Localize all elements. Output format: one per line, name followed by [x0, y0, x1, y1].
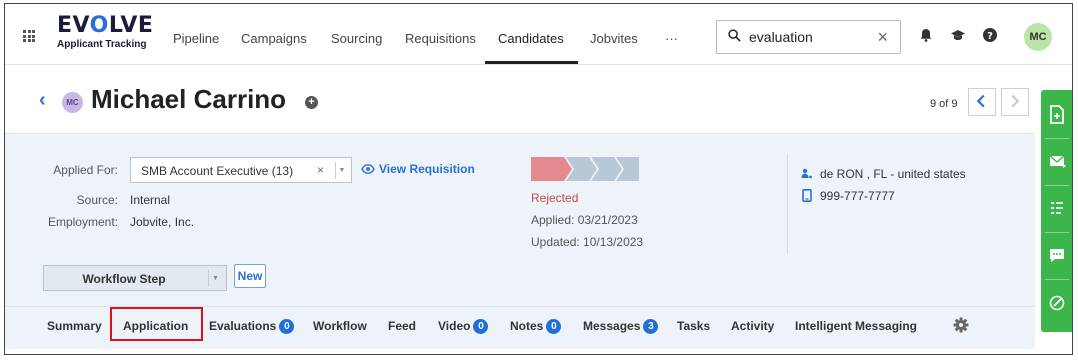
chat-icon [1050, 249, 1064, 262]
tab-activity[interactable]: Activity [731, 319, 774, 333]
pipeline-stage-1 [531, 157, 572, 181]
candidate-phone: 999-777-7777 [820, 189, 895, 203]
nav-requisitions[interactable]: Requisitions [405, 31, 476, 46]
chevron-left-icon [976, 94, 985, 108]
tab-intelligent-messaging[interactable]: Intelligent Messaging [795, 319, 917, 333]
compose-icon [1049, 295, 1065, 311]
tab-evaluations[interactable]: Evaluations 0 [209, 319, 295, 335]
send-email-button[interactable] [1041, 143, 1072, 181]
email-icon [1049, 155, 1066, 168]
nav-more-icon[interactable]: ··· [665, 31, 678, 46]
toolbar-separator [1045, 279, 1069, 280]
location-person-icon [801, 168, 812, 179]
gear-icon[interactable] [953, 317, 969, 333]
tab-video[interactable]: Video 0 [438, 319, 489, 335]
apps-grid-icon[interactable] [23, 30, 35, 42]
toolbar-separator [1045, 138, 1069, 139]
candidate-tabs: Summary Application Evaluations 0 Workflo… [5, 306, 1035, 349]
toolbar-separator [1045, 185, 1069, 186]
nav-candidates[interactable]: Candidates [498, 31, 564, 46]
workflow-step-label: Workflow Step [82, 272, 166, 286]
applied-for-value: SMB Account Executive (13) [141, 164, 294, 178]
app-frame: EVOLVE Applicant Tracking Pipeline Campa… [4, 3, 1073, 355]
source-value: Internal [130, 193, 171, 207]
back-chevron-icon[interactable]: ‹ [39, 89, 46, 112]
source-label: Source: [76, 193, 118, 207]
view-requisition-label: View Requisition [379, 162, 475, 176]
chevron-right-icon [1011, 94, 1020, 108]
side-action-toolbar [1041, 90, 1072, 332]
chat-message-button[interactable] [1041, 237, 1072, 275]
candidate-avatar: MC [62, 92, 83, 113]
candidate-location: de RON , FL - united states [820, 167, 966, 181]
previous-candidate-button[interactable] [968, 88, 996, 116]
search-icon [728, 29, 741, 42]
list-icon [1051, 202, 1063, 214]
video-count-badge: 0 [473, 319, 489, 335]
tab-application-highlight [110, 307, 203, 341]
divider [787, 154, 788, 254]
nav-jobvites[interactable]: Jobvites [590, 31, 638, 46]
evaluations-count-badge: 0 [279, 319, 295, 335]
next-candidate-button[interactable] [1001, 88, 1029, 116]
add-document-button[interactable] [1041, 96, 1072, 134]
top-navigation: EVOLVE Applicant Tracking Pipeline Campa… [5, 4, 1072, 65]
graduation-cap-icon[interactable] [950, 27, 966, 43]
tab-feed[interactable]: Feed [388, 319, 416, 333]
logo-wordmark: EVOLVE [57, 13, 154, 38]
nav-active-indicator [485, 61, 578, 64]
edit-note-button[interactable] [1041, 284, 1072, 322]
user-avatar[interactable]: MC [1024, 23, 1052, 51]
tab-notes[interactable]: Notes 0 [510, 319, 562, 335]
workflow-step-select[interactable]: Workflow Step ▼ [43, 265, 227, 291]
applied-for-label: Applied For: [53, 163, 118, 177]
pager-count: 9 of 9 [930, 98, 958, 110]
nav-sourcing[interactable]: Sourcing [331, 31, 382, 46]
toolbar-separator [1045, 232, 1069, 233]
employment-label: Employment: [47, 215, 118, 229]
applied-for-select[interactable]: SMB Account Executive (13) × ▼ [130, 157, 352, 183]
new-workflow-button[interactable]: New [234, 264, 266, 288]
dropdown-arrow-icon: ▼ [208, 270, 222, 287]
add-circle-icon[interactable]: + [305, 96, 318, 109]
tab-workflow[interactable]: Workflow [313, 319, 367, 333]
notes-count-badge: 0 [546, 319, 562, 335]
logo-subtitle: Applicant Tracking [57, 39, 147, 50]
messages-count-badge: 3 [643, 319, 659, 335]
search-box[interactable]: × [716, 20, 901, 54]
tab-tasks[interactable]: Tasks [677, 319, 710, 333]
candidate-info-panel: Applied For: SMB Account Executive (13) … [5, 134, 1035, 349]
bell-icon[interactable] [918, 27, 934, 43]
tab-messages[interactable]: Messages 3 [583, 319, 659, 335]
checklist-button[interactable] [1041, 190, 1072, 228]
applied-date: Applied: 03/21/2023 [531, 213, 638, 227]
view-requisition-link[interactable]: View Requisition [361, 162, 475, 176]
eye-icon [361, 164, 375, 174]
employment-value: Jobvite, Inc. [130, 215, 195, 229]
pipeline-progress [531, 157, 639, 181]
candidate-name: Michael Carrino [91, 84, 287, 114]
mobile-phone-icon [802, 189, 812, 202]
nav-pipeline[interactable]: Pipeline [173, 31, 219, 46]
nav-campaigns[interactable]: Campaigns [241, 31, 307, 46]
svg-text:?: ? [987, 31, 993, 42]
tab-summary[interactable]: Summary [47, 319, 102, 333]
add-document-icon [1050, 105, 1064, 124]
logo[interactable]: EVOLVE Applicant Tracking [57, 13, 154, 51]
dropdown-arrow-icon[interactable]: ▼ [335, 162, 348, 179]
clear-search-icon[interactable]: × [877, 27, 888, 48]
help-icon[interactable]: ? [982, 27, 998, 43]
updated-date: Updated: 10/13/2023 [531, 235, 644, 249]
search-input[interactable] [749, 27, 869, 47]
candidate-header: ‹ MC Michael Carrino + 9 of 9 [5, 66, 1035, 134]
clear-selection-icon[interactable]: × [317, 163, 324, 177]
status-rejected: Rejected [531, 191, 579, 205]
